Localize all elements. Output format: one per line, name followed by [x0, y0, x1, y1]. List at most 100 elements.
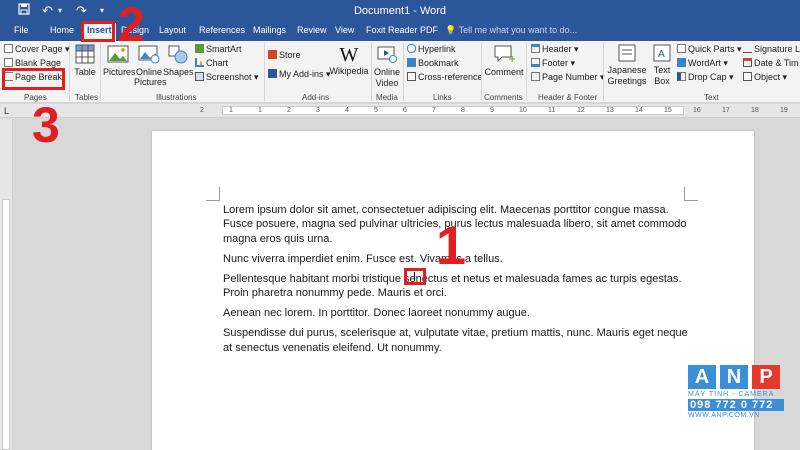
ruler-number: 5 — [374, 107, 378, 114]
ruler-number: 1 — [229, 107, 233, 114]
drop-cap-button[interactable]: Drop Cap ▾ — [677, 72, 734, 83]
tab-file[interactable]: File — [14, 25, 29, 35]
text-box-icon: A — [653, 44, 671, 62]
my-addins-button[interactable]: My Add-ins ▾ — [268, 69, 331, 80]
step-3-label: 3 — [32, 97, 60, 153]
ruler-number: 14 — [635, 107, 643, 114]
store-icon — [268, 50, 277, 59]
ruler-track — [222, 106, 684, 115]
online-video-button[interactable]: Online Video — [373, 44, 401, 89]
hyperlink-button[interactable]: Hyperlink — [407, 44, 456, 55]
bookmark-icon — [407, 58, 416, 67]
ruler-number: 15 — [664, 107, 672, 114]
chevron-down-icon: ▾ — [571, 44, 579, 54]
group-label-comments: Comments — [484, 93, 523, 102]
lightbulb-icon: 💡 — [445, 25, 457, 35]
logo-phone: 098 772 0 772 — [688, 399, 784, 411]
ruler-number: 13 — [606, 107, 614, 114]
tab-home[interactable]: Home — [50, 25, 74, 35]
shapes-button[interactable]: Shapes — [163, 44, 194, 78]
shapes-icon — [168, 45, 188, 64]
signature-line-button[interactable]: Signature Li — [743, 44, 800, 55]
logo-url: WWW.ANP.COM.VN — [688, 412, 760, 419]
page-break-highlight-box — [2, 68, 65, 90]
cover-page-icon — [4, 44, 13, 53]
ruler-number: 11 — [548, 107, 556, 114]
comment-button[interactable]: + Comment — [484, 44, 524, 78]
tab-mailings[interactable]: Mailings — [253, 25, 286, 35]
japanese-greetings-button[interactable]: Japanese Greetings — [606, 44, 648, 87]
group-label-header-footer: Header & Footer — [538, 93, 598, 102]
tell-me-search[interactable]: 💡 Tell me what you want to do... — [445, 25, 577, 36]
ruler-number: 2 — [200, 107, 204, 114]
comment-icon: + — [494, 45, 516, 65]
group-separator — [403, 43, 404, 101]
signature-line-icon — [743, 44, 752, 53]
paragraph[interactable]: Aenean nec lorem. In porttitor. Donec la… — [223, 306, 689, 320]
chart-button[interactable]: Chart — [195, 58, 228, 69]
text-box-button[interactable]: A Text Box — [650, 44, 674, 87]
date-time-button[interactable]: Date & Tim — [743, 58, 799, 69]
group-label-tables: Tables — [75, 93, 99, 102]
horizontal-ruler[interactable]: L 2 1 1 2 3 4 5 6 7 8 9 10 11 12 13 14 15 16 17 18 19 — [0, 104, 800, 118]
paragraph[interactable]: Pellentesque habitant morbi tristique se… — [223, 272, 689, 301]
group-separator — [526, 43, 527, 101]
drop-cap-icon — [677, 72, 686, 81]
bookmark-button[interactable]: Bookmark — [407, 58, 459, 69]
group-separator — [69, 43, 70, 101]
tab-review[interactable]: Review — [297, 25, 327, 35]
header-icon — [531, 44, 540, 53]
footer-icon — [531, 58, 540, 67]
ruler-number: 3 — [316, 107, 320, 114]
anp-brand: A N P — [688, 365, 784, 389]
table-icon — [75, 44, 95, 64]
object-icon — [743, 72, 752, 81]
tab-layout[interactable]: Layout — [159, 25, 186, 35]
wordart-button[interactable]: WordArt ▾ — [677, 58, 728, 69]
footer-button[interactable]: Footer ▾ — [531, 58, 575, 69]
tell-me-text: Tell me what you want to do... — [458, 25, 578, 35]
svg-text:+: + — [508, 54, 515, 64]
paragraph[interactable]: Suspendisse dui purus, scelerisque at, v… — [223, 326, 689, 355]
wikipedia-button[interactable]: W Wikipedia — [329, 44, 369, 77]
header-button[interactable]: Header ▾ — [531, 44, 579, 55]
ruler-number: 17 — [722, 107, 730, 114]
cross-reference-button[interactable]: Cross-reference — [407, 72, 483, 83]
step-1-label: 1 — [436, 216, 467, 276]
group-separator — [371, 43, 372, 101]
screenshot-button[interactable]: Screenshot ▾ — [195, 72, 259, 83]
smartart-icon — [195, 44, 204, 53]
online-video-icon — [377, 46, 397, 63]
wikipedia-icon: W — [339, 44, 359, 66]
my-addins-icon — [268, 69, 277, 78]
blank-page-icon — [4, 58, 13, 67]
ruler-number: 10 — [519, 107, 527, 114]
quick-parts-button[interactable]: Quick Parts ▾ — [677, 44, 742, 55]
group-label-text: Text — [704, 93, 719, 102]
page-number-button[interactable]: Page Number ▾ — [531, 72, 605, 83]
hyperlink-icon — [407, 44, 416, 53]
ruler-number: 1 — [258, 107, 262, 114]
tab-view[interactable]: View — [335, 25, 354, 35]
tab-foxit-reader-pdf[interactable]: Foxit Reader PDF — [366, 25, 438, 35]
chevron-down-icon: ▾ — [251, 72, 259, 82]
vertical-ruler[interactable] — [0, 119, 13, 450]
object-button[interactable]: Object ▾ — [743, 72, 787, 83]
step-2-label: 2 — [118, 0, 145, 52]
japanese-greetings-icon — [618, 44, 636, 62]
cover-page-button[interactable]: Cover Page ▾ — [4, 44, 70, 55]
group-separator — [481, 43, 482, 101]
ruler-number: 7 — [432, 107, 436, 114]
table-button[interactable]: Table — [73, 44, 97, 78]
ruler-number: 9 — [490, 107, 494, 114]
smartart-button[interactable]: SmartArt — [195, 44, 242, 55]
tab-references[interactable]: References — [199, 25, 245, 35]
page-number-icon — [531, 72, 540, 81]
chevron-down-icon: ▾ — [720, 58, 728, 68]
chevron-down-icon: ▾ — [568, 58, 576, 68]
svg-text:A: A — [658, 49, 665, 60]
store-button[interactable]: Store — [268, 50, 301, 61]
tab-selector-icon[interactable]: L — [4, 106, 9, 116]
ruler-number: 8 — [461, 107, 465, 114]
ruler-number: 18 — [751, 107, 759, 114]
